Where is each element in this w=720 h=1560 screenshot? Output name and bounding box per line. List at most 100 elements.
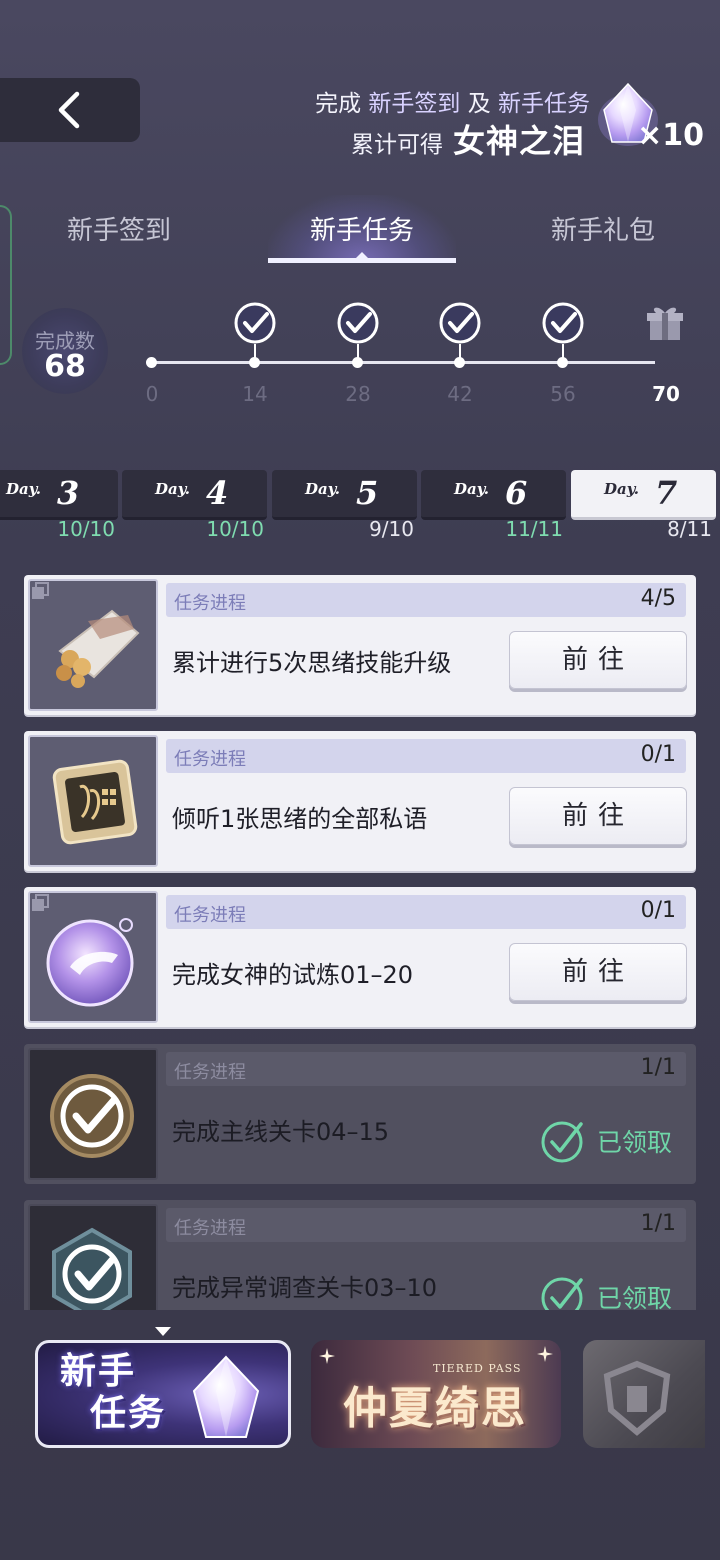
milestone-check-icon[interactable] [540, 300, 586, 346]
copy-icon [32, 894, 49, 911]
check-circle-icon [541, 1277, 583, 1310]
task-title: 完成异常调查关卡03–10 [172, 1274, 438, 1302]
tab-gift-pack[interactable]: 新手礼包 [514, 210, 692, 262]
banner-text: 及 [467, 91, 491, 117]
copy-icon [32, 582, 49, 599]
claimed-status: 已领取 [539, 1274, 672, 1310]
task-card: 任务进程 0/1 完成女神的试炼01–20 前往 [24, 887, 696, 1027]
progress-start-dot [146, 357, 157, 368]
task-thumbnail [28, 1048, 158, 1180]
task-progress-value: 4/5 [640, 586, 676, 611]
milestone-dot [454, 357, 465, 368]
task-progress-value: 0/1 [640, 742, 676, 767]
task-list[interactable]: 任务进程 4/5 累计进行5次思绪技能升级 前往 任务进程 0/1 倾听1张思绪… [0, 560, 720, 1310]
task-progress-bar: 任务进程 0/1 [166, 895, 686, 929]
banner-task-link: 新手任务 [498, 91, 590, 117]
task-progress-label: 任务进程 [174, 1218, 246, 1239]
milestone-label: 42 [447, 382, 473, 406]
day-number: 6 [505, 474, 528, 512]
day-word: Day. [604, 480, 639, 498]
task-title: 完成女神的试炼01–20 [172, 961, 414, 989]
task-card-claimed: 任务进程 1/1 完成主线关卡04–15 已领取 [24, 1044, 696, 1184]
day-word: Day. [155, 480, 190, 498]
task-progress-value: 1/1 [640, 1211, 676, 1236]
sparkle-icon [319, 1348, 335, 1364]
task-title: 累计进行5次思绪技能升级 [172, 649, 452, 677]
task-progress-value: 0/1 [640, 898, 676, 923]
event-title: 仲夏绮思 [343, 1383, 527, 1434]
banner-text: 累计可得 [350, 132, 443, 158]
day-tab-4[interactable]: Day. 4 [122, 470, 267, 520]
milestone-dot [557, 357, 568, 368]
milestone-check-icon[interactable] [232, 300, 278, 346]
day-number: 4 [206, 474, 229, 512]
task-title: 完成主线关卡04–15 [172, 1118, 390, 1146]
day-progress: 10/10 [206, 517, 264, 541]
task-card-claimed: 任务进程 1/1 完成异常调查关卡03–10 已领取 [24, 1200, 696, 1310]
back-button[interactable] [0, 78, 140, 142]
day-tab-7[interactable]: Day. 7 [571, 470, 716, 520]
milestone-check-icon[interactable] [437, 300, 483, 346]
tab-active-caret [355, 252, 369, 259]
go-button[interactable]: 前往 [509, 943, 687, 1001]
memory-chip-icon [52, 759, 138, 845]
day-word: Day. [454, 480, 489, 498]
task-progress-bar: 任务进程 0/1 [166, 739, 686, 773]
chevron-left-icon [58, 91, 80, 129]
day-tab-6[interactable]: Day. 6 [421, 470, 566, 520]
completion-count-value: 68 [44, 349, 86, 384]
event-third-partial[interactable] [583, 1340, 705, 1448]
day-word: Day. [305, 480, 340, 498]
event-selected-caret [155, 1327, 171, 1336]
reward-name: 女神之泪 [452, 122, 585, 160]
event-tiered-pass[interactable]: TIERED PASS 仲夏绮思 [311, 1340, 561, 1448]
event-title-line1: 新手 [60, 1351, 137, 1392]
milestone-label: 28 [345, 382, 371, 406]
day-progress: 8/11 [667, 517, 712, 541]
day-tab-5[interactable]: Day. 5 [272, 470, 417, 520]
day-progress: 9/10 [369, 517, 414, 541]
day-word: Day. [6, 480, 41, 498]
task-thumbnail [28, 735, 158, 867]
banner-line2: 累计可得 女神之泪 [351, 116, 585, 162]
tab-checkin[interactable]: 新手签到 [30, 210, 208, 262]
day-number: 3 [57, 474, 80, 512]
day-tab-3[interactable]: Day. 3 [0, 470, 118, 520]
go-button[interactable]: 前往 [509, 631, 687, 689]
banner-line1: 完成 新手签到 及 新手任务 [315, 84, 590, 118]
shield-icon [603, 1360, 671, 1436]
go-button[interactable]: 前往 [509, 787, 687, 845]
reward-count: ×10 [637, 118, 704, 153]
event-newbie-tasks[interactable]: 新手 任务 [35, 1340, 291, 1448]
task-progress-bar: 任务进程 4/5 [166, 583, 686, 617]
milestone-label: 0 [145, 382, 159, 406]
task-thumbnail [28, 579, 158, 711]
task-progress-label: 任务进程 [174, 593, 246, 614]
claimed-check-coin-icon [50, 1074, 134, 1158]
task-card: 任务进程 4/5 累计进行5次思绪技能升级 前往 [24, 575, 696, 715]
milestone-label-final: 70 [652, 382, 680, 406]
day-progress: 11/11 [505, 517, 563, 541]
task-progress-label: 任务进程 [174, 1062, 246, 1083]
task-thumbnail [28, 891, 158, 1023]
milestone-check-icon[interactable] [335, 300, 381, 346]
milestone-dot [249, 357, 260, 368]
task-thumbnail [28, 1204, 158, 1310]
task-progress-bar: 任务进程 1/1 [166, 1052, 686, 1086]
task-progress-bar: 任务进程 1/1 [166, 1208, 686, 1242]
banner-text: 完成 [315, 91, 362, 117]
task-progress-value: 1/1 [640, 1055, 676, 1080]
task-progress-label: 任务进程 [174, 905, 246, 926]
claimed-label: 已领取 [597, 1284, 673, 1310]
banner-checkin-link: 新手签到 [368, 91, 461, 117]
milestone-dot [352, 357, 363, 368]
day-number: 7 [655, 474, 678, 512]
check-circle-icon [541, 1121, 583, 1163]
progress-track [150, 361, 655, 364]
sparkle-icon [537, 1346, 553, 1362]
event-title-line2: 任务 [90, 1393, 167, 1434]
milestone-label: 56 [550, 382, 576, 406]
claimed-label: 已领取 [597, 1128, 673, 1157]
task-progress-label: 任务进程 [174, 749, 246, 770]
gift-icon[interactable] [644, 302, 686, 344]
